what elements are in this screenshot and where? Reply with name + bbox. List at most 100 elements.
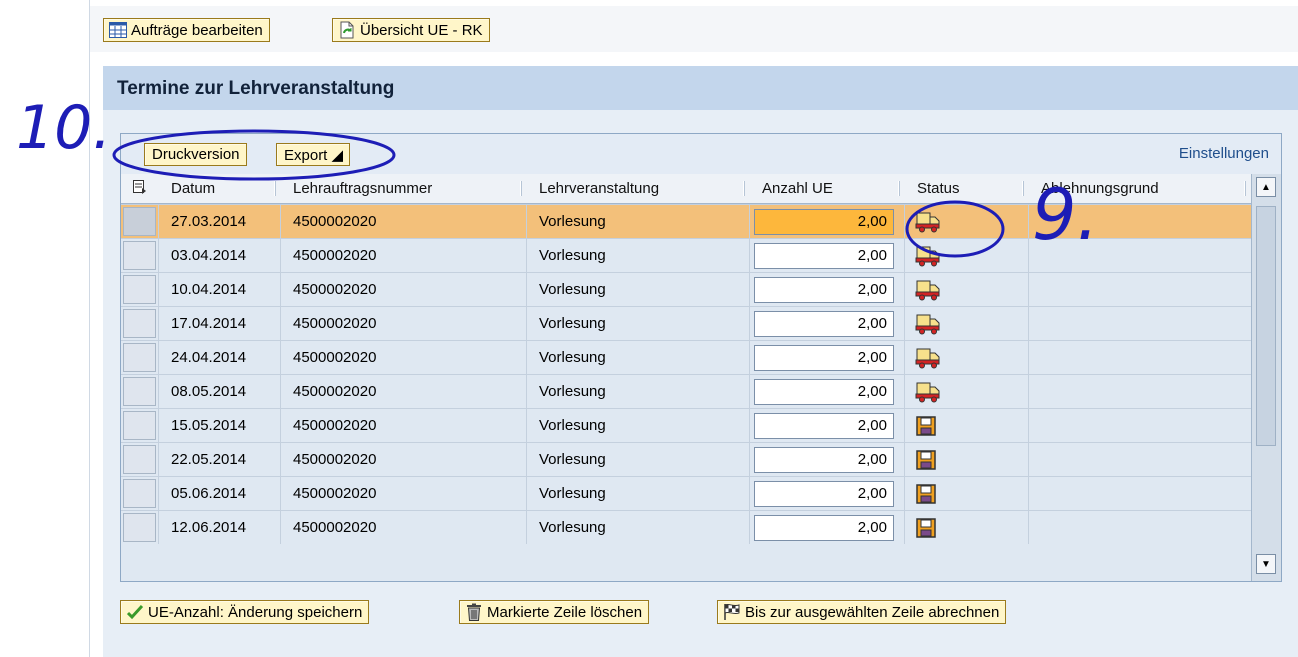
- cell-date: 12.06.2014: [159, 511, 281, 544]
- cell-date: 03.04.2014: [159, 239, 281, 272]
- table-row[interactable]: 17.04.2014 4500002020 Vorlesung 2,00: [121, 306, 1251, 340]
- date-text: 24.04.2014: [171, 349, 247, 366]
- column-header-date[interactable]: Datum: [159, 174, 281, 204]
- table-row[interactable]: 22.05.2014 4500002020 Vorlesung 2,00: [121, 442, 1251, 476]
- course-text: Vorlesung: [539, 519, 606, 536]
- cell-status: [905, 409, 1029, 442]
- cell-status: [905, 205, 1029, 238]
- cell-ue: 2,00: [750, 409, 905, 442]
- date-text: 03.04.2014: [171, 247, 247, 264]
- cell-order-number: 4500002020: [281, 409, 527, 442]
- column-header-course[interactable]: Lehrveranstaltung: [527, 174, 750, 204]
- table-row[interactable]: 05.06.2014 4500002020 Vorlesung 2,00: [121, 476, 1251, 510]
- column-header-ue[interactable]: Anzahl UE: [750, 174, 905, 204]
- cell-order-number: 4500002020: [281, 443, 527, 476]
- document-refresh-icon: [337, 20, 357, 40]
- order-number-text: 4500002020: [293, 451, 377, 468]
- course-text: Vorlesung: [539, 485, 606, 502]
- cell-date: 27.03.2014: [159, 205, 281, 238]
- order-number-text: 4500002020: [293, 417, 377, 434]
- overview-button[interactable]: Übersicht UE - RK: [332, 18, 490, 42]
- ue-input[interactable]: 2,00: [754, 379, 894, 405]
- table-row[interactable]: 15.05.2014 4500002020 Vorlesung 2,00: [121, 408, 1251, 442]
- save-icon: [915, 449, 941, 471]
- truck-icon: [915, 347, 941, 369]
- select-all-header[interactable]: [121, 174, 159, 204]
- save-icon: [915, 517, 941, 539]
- table-row[interactable]: 08.05.2014 4500002020 Vorlesung 2,00: [121, 374, 1251, 408]
- scroll-thumb[interactable]: [1256, 206, 1276, 446]
- cell-ue: 2,00: [750, 341, 905, 374]
- delete-row-label: Markierte Zeile löschen: [487, 603, 643, 621]
- ue-input[interactable]: 2,00: [754, 243, 894, 269]
- row-selector[interactable]: [121, 443, 159, 476]
- ue-input[interactable]: 2,00: [754, 515, 894, 541]
- column-label: Datum: [171, 180, 216, 197]
- date-text: 08.05.2014: [171, 383, 247, 400]
- save-icon: [915, 415, 941, 437]
- row-selector[interactable]: [121, 205, 159, 238]
- row-selector[interactable]: [121, 409, 159, 442]
- ue-input[interactable]: 2,00: [754, 311, 894, 337]
- course-text: Vorlesung: [539, 213, 606, 230]
- ue-input[interactable]: 2,00: [754, 209, 894, 235]
- course-text: Vorlesung: [539, 281, 606, 298]
- column-label: Anzahl UE: [762, 180, 833, 197]
- scroll-down-icon[interactable]: ▼: [1256, 554, 1276, 574]
- save-ue-label: UE-Anzahl: Änderung speichern: [148, 603, 363, 621]
- trash-icon: [464, 602, 484, 622]
- settle-until-button[interactable]: Bis zur ausgewählten Zeile abrechnen: [717, 600, 1007, 624]
- column-header-status[interactable]: Status: [905, 174, 1029, 204]
- column-header-order-number[interactable]: Lehrauftragsnummer: [281, 174, 527, 204]
- row-selector[interactable]: [121, 273, 159, 306]
- truck-icon: [915, 279, 941, 301]
- cell-course: Vorlesung: [527, 341, 750, 374]
- table-toolbar: Druckversion Export ◢ Einstellungen: [121, 134, 1281, 174]
- row-selector[interactable]: [121, 477, 159, 510]
- export-button[interactable]: Export ◢: [276, 143, 351, 166]
- delete-row-button[interactable]: Markierte Zeile löschen: [459, 600, 650, 624]
- table-row[interactable]: 24.04.2014 4500002020 Vorlesung 2,00: [121, 340, 1251, 374]
- cell-course: Vorlesung: [527, 239, 750, 272]
- table-row[interactable]: 10.04.2014 4500002020 Vorlesung 2,00: [121, 272, 1251, 306]
- cell-course: Vorlesung: [527, 273, 750, 306]
- truck-icon: [915, 211, 941, 233]
- cell-reason: [1029, 307, 1251, 340]
- order-number-text: 4500002020: [293, 281, 377, 298]
- ue-input[interactable]: 2,00: [754, 345, 894, 371]
- table-row[interactable]: 12.06.2014 4500002020 Vorlesung 2,00: [121, 510, 1251, 544]
- cell-status: [905, 443, 1029, 476]
- row-selector[interactable]: [121, 307, 159, 340]
- ue-input[interactable]: 2,00: [754, 413, 894, 439]
- cell-reason: [1029, 409, 1251, 442]
- cell-date: 05.06.2014: [159, 477, 281, 510]
- vertical-scrollbar[interactable]: ▲ ▼: [1251, 174, 1281, 581]
- cell-date: 10.04.2014: [159, 273, 281, 306]
- row-selector[interactable]: [121, 341, 159, 374]
- column-label: Lehrauftragsnummer: [293, 180, 433, 197]
- row-selector[interactable]: [121, 375, 159, 408]
- cell-date: 17.04.2014: [159, 307, 281, 340]
- print-version-button[interactable]: Druckversion: [144, 143, 247, 166]
- ue-input[interactable]: 2,00: [754, 277, 894, 303]
- cell-order-number: 4500002020: [281, 239, 527, 272]
- save-ue-button[interactable]: UE-Anzahl: Änderung speichern: [120, 600, 370, 624]
- annotation-ten: 10.: [16, 93, 112, 163]
- ue-input[interactable]: 2,00: [754, 447, 894, 473]
- row-selector[interactable]: [121, 239, 159, 272]
- ue-input[interactable]: 2,00: [754, 481, 894, 507]
- settings-link[interactable]: Einstellungen: [1179, 145, 1269, 162]
- cell-date: 15.05.2014: [159, 409, 281, 442]
- checkered-flag-icon: [722, 602, 742, 622]
- cell-course: Vorlesung: [527, 443, 750, 476]
- scroll-up-icon[interactable]: ▲: [1256, 177, 1276, 197]
- cell-date: 24.04.2014: [159, 341, 281, 374]
- edit-orders-button[interactable]: Aufträge bearbeiten: [103, 18, 270, 42]
- row-selector[interactable]: [121, 511, 159, 544]
- date-text: 22.05.2014: [171, 451, 247, 468]
- cell-ue: 2,00: [750, 511, 905, 544]
- date-text: 05.06.2014: [171, 485, 247, 502]
- order-number-text: 4500002020: [293, 247, 377, 264]
- cell-order-number: 4500002020: [281, 273, 527, 306]
- cell-status: [905, 511, 1029, 544]
